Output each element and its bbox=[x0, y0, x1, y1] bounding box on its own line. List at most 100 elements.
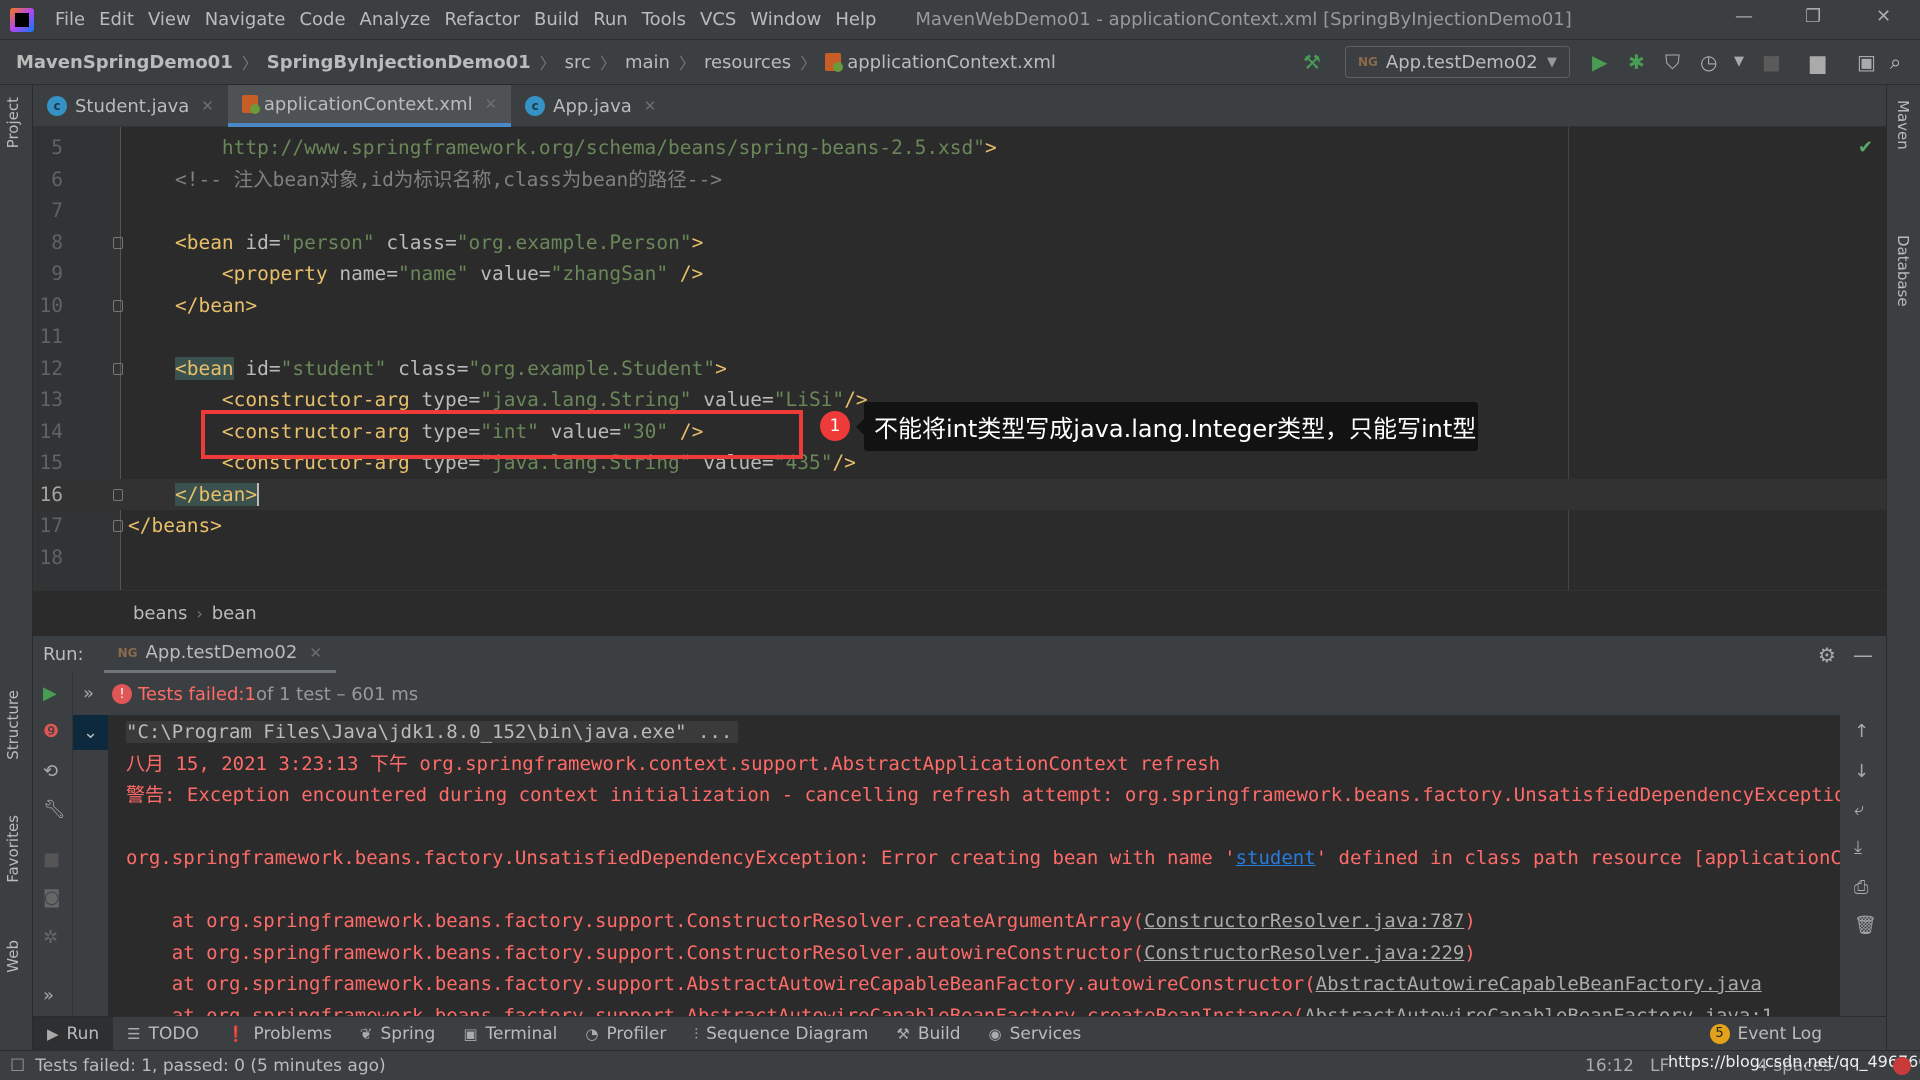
run-icon[interactable]: ▶ bbox=[1592, 50, 1607, 74]
hide-panel-icon[interactable]: — bbox=[1853, 643, 1873, 667]
menu-tools[interactable]: Tools bbox=[635, 9, 693, 30]
web-tool-button[interactable]: Web bbox=[4, 940, 22, 973]
fold-marker-icon[interactable] bbox=[113, 236, 123, 249]
crumb-main[interactable]: main bbox=[625, 52, 670, 73]
trash-icon[interactable]: 🗑︎ bbox=[1854, 915, 1877, 936]
scroll-to-end-icon[interactable]: ⤓ bbox=[1854, 837, 1862, 858]
tool-sequence-diagram[interactable]: ⫶ Sequence Diagram bbox=[680, 1017, 882, 1051]
run-configuration-select[interactable]: NG App.testDemo02 ▼ bbox=[1345, 46, 1570, 78]
tab-student-java[interactable]: c Student.java ✕ bbox=[33, 85, 228, 127]
code-line[interactable]: 8 <bean id="person" class="org.example.P… bbox=[33, 227, 1886, 259]
up-arrow-icon[interactable]: ↑ bbox=[1854, 721, 1869, 742]
code-line[interactable]: 9 <property name="name" value="zhangSan"… bbox=[33, 258, 1886, 290]
more-chevron-icon[interactable]: ▼ bbox=[1734, 54, 1744, 69]
project-tool-button[interactable]: Project bbox=[4, 97, 22, 148]
menu-analyze[interactable]: Analyze bbox=[353, 9, 438, 30]
close-tab-icon[interactable]: ✕ bbox=[309, 644, 322, 662]
soft-wrap-icon[interactable]: ⤶ bbox=[1854, 799, 1864, 820]
code-line[interactable]: 12 <bean id="student" class="org.example… bbox=[33, 353, 1886, 385]
gear-icon[interactable]: ⚙ bbox=[1818, 643, 1836, 667]
camera-icon[interactable]: ◙ bbox=[43, 887, 60, 908]
tab-app-java[interactable]: c App.java ✕ bbox=[511, 85, 670, 127]
console-link[interactable]: student bbox=[1236, 847, 1316, 869]
stop-icon[interactable]: ■ bbox=[1762, 50, 1781, 74]
menu-window[interactable]: Window bbox=[743, 9, 828, 30]
rerun-icon[interactable]: ▶ bbox=[43, 683, 57, 704]
close-button[interactable]: ✕ bbox=[1876, 6, 1891, 27]
menu-run[interactable]: Run bbox=[586, 9, 635, 30]
fold-marker-icon[interactable] bbox=[113, 520, 123, 532]
profile-icon[interactable]: ◷ bbox=[1700, 50, 1717, 74]
expand-icon[interactable]: » bbox=[83, 683, 94, 704]
breadcrumb-beans[interactable]: beans bbox=[133, 603, 187, 624]
tool-spring[interactable]: ❦ Spring bbox=[346, 1017, 449, 1051]
run-tab[interactable]: NG App.testDemo02 ✕ bbox=[103, 636, 336, 674]
close-tab-icon[interactable]: ✕ bbox=[644, 97, 657, 115]
tab-application-context-xml[interactable]: applicationContext.xml ✕ bbox=[227, 85, 512, 127]
tool-problems[interactable]: ❗ Problems bbox=[213, 1017, 346, 1051]
settings-icon[interactable]: ✲ bbox=[43, 927, 58, 948]
menu-navigate[interactable]: Navigate bbox=[198, 9, 293, 30]
tool-terminal[interactable]: ▣ Terminal bbox=[449, 1017, 571, 1051]
favorites-tool-button[interactable]: Favorites bbox=[4, 815, 22, 883]
menu-vcs[interactable]: VCS bbox=[693, 9, 743, 30]
crumb-src[interactable]: src bbox=[565, 52, 591, 73]
code-line[interactable]: 6 <!-- 注入bean对象,id为标识名称,class为bean的路径--> bbox=[33, 164, 1886, 196]
code-line[interactable]: 7 bbox=[33, 195, 1886, 227]
wrench-icon[interactable]: 🔧︎ bbox=[43, 799, 66, 820]
menu-file[interactable]: File bbox=[48, 9, 92, 30]
run-anything-icon[interactable]: ▣ bbox=[1857, 50, 1876, 74]
console-link[interactable]: ConstructorResolver.java:229 bbox=[1144, 942, 1464, 964]
menu-view[interactable]: View bbox=[141, 9, 198, 30]
code-line[interactable]: 17 </beans> bbox=[33, 510, 1886, 542]
tool-build[interactable]: ⚒ Build bbox=[882, 1017, 974, 1051]
close-tab-icon[interactable]: ✕ bbox=[201, 97, 214, 115]
search-icon[interactable]: ⌕ bbox=[1890, 50, 1901, 74]
toggle-auto-test-icon[interactable]: ⟲ bbox=[43, 761, 58, 782]
console-output[interactable]: "C:\Program Files\Java\jdk1.8.0_152\bin\… bbox=[108, 715, 1840, 1016]
fold-marker-icon[interactable] bbox=[113, 362, 123, 375]
tool-todo[interactable]: ☰ TODO bbox=[113, 1017, 213, 1051]
menu-edit[interactable]: Edit bbox=[92, 9, 141, 30]
menu-refactor[interactable]: Refactor bbox=[437, 9, 527, 30]
menu-code[interactable]: Code bbox=[292, 9, 352, 30]
breadcrumb-bean[interactable]: bean bbox=[212, 603, 257, 624]
code-line[interactable]: 5 http://www.springframework.org/schema/… bbox=[33, 132, 1886, 164]
minimize-button[interactable]: — bbox=[1735, 6, 1753, 27]
fold-marker-icon[interactable] bbox=[113, 488, 123, 501]
caret-position[interactable]: 16:12 bbox=[1585, 1056, 1634, 1076]
console-link[interactable]: AbstractAutowireCapableBeanFactory.java bbox=[1316, 973, 1762, 995]
collapse-chevron-icon[interactable]: ⌄ bbox=[73, 715, 108, 750]
event-log-button[interactable]: 5 Event Log bbox=[1696, 1017, 1836, 1051]
crumb-project[interactable]: MavenSpringDemo01 bbox=[16, 52, 233, 73]
coverage-icon[interactable]: ⛉ bbox=[1665, 50, 1680, 74]
restore-button[interactable]: ❐ bbox=[1805, 6, 1821, 27]
build-hammer-icon[interactable]: ⚒ bbox=[1303, 50, 1321, 74]
code-line[interactable]: 11 bbox=[33, 321, 1886, 353]
close-tab-icon[interactable]: ✕ bbox=[485, 95, 498, 113]
tool-profiler[interactable]: ◔ Profiler bbox=[571, 1017, 680, 1051]
code-line[interactable]: 16 </bean> bbox=[33, 478, 1886, 510]
maven-tool-button[interactable]: Maven bbox=[1894, 100, 1912, 150]
tool-run[interactable]: ▶ Run bbox=[33, 1016, 114, 1051]
crumb-resources[interactable]: resources bbox=[704, 52, 791, 73]
console-link[interactable]: ConstructorResolver.java:787 bbox=[1144, 910, 1464, 932]
more-icon[interactable]: » bbox=[43, 985, 54, 1006]
menu-help[interactable]: Help bbox=[828, 9, 883, 30]
code-editor[interactable]: ✔ 5 http://www.springframework.org/schem… bbox=[33, 127, 1886, 590]
console-link[interactable]: AbstractAutowireCapableBeanFactory.java:… bbox=[1304, 1005, 1773, 1017]
code-line[interactable]: 10 </bean> bbox=[33, 290, 1886, 322]
down-arrow-icon[interactable]: ↓ bbox=[1854, 761, 1869, 782]
crumb-module[interactable]: SpringByInjectionDemo01 bbox=[267, 52, 531, 73]
line-separator[interactable]: LF bbox=[1650, 1056, 1669, 1076]
print-icon[interactable]: ⎙ bbox=[1854, 877, 1868, 898]
structure-tool-button[interactable]: Structure bbox=[4, 690, 22, 760]
rerun-failed-icon[interactable]: ❾ bbox=[43, 721, 59, 742]
status-toggle-icon[interactable]: ☐ bbox=[10, 1056, 25, 1076]
menu-build[interactable]: Build bbox=[527, 9, 586, 30]
debug-icon[interactable]: ✱ bbox=[1628, 50, 1645, 74]
tool-services[interactable]: ◉ Services bbox=[975, 1017, 1096, 1051]
error-indicator-icon[interactable] bbox=[1893, 1056, 1911, 1075]
project-structure-icon[interactable]: ▆ bbox=[1810, 50, 1825, 74]
database-tool-button[interactable]: Database bbox=[1894, 235, 1912, 307]
